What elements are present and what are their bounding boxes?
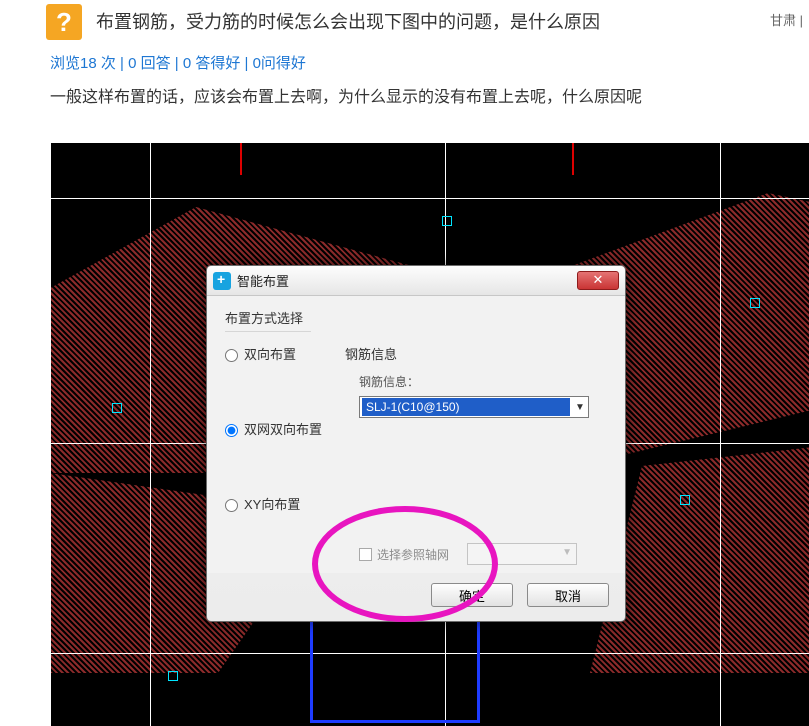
dialog-titlebar[interactable]: 智能布置 ✕ [207, 266, 625, 296]
rebar-select-value: SLJ-1(C10@150) [362, 398, 570, 416]
ok-button[interactable]: 确定 [431, 583, 513, 607]
views-link[interactable]: 浏览18 次 [50, 55, 116, 72]
close-button[interactable]: ✕ [577, 271, 619, 290]
answers-link[interactable]: 0 回答 [128, 55, 171, 72]
axis-checkbox-label: 选择参照轴网 [377, 546, 449, 563]
question-stats: 浏览18 次 | 0 回答 | 0 答得好 | 0问得好 [0, 48, 809, 73]
question-description: 一般这样布置的话，应该会布置上去啊，为什么显示的没有布置上去呢，什么原因呢 [0, 73, 809, 113]
radio-double-net[interactable]: 双网双向布置 [225, 419, 345, 438]
question-title: 布置钢筋，受力筋的时候怎么会出现下图中的问题，是什么原因 [96, 2, 600, 40]
good-answers-link[interactable]: 0 答得好 [183, 55, 241, 72]
radio-two-way[interactable]: 双向布置 [225, 344, 345, 363]
rebar-select[interactable]: SLJ-1(C10@150) ▼ [359, 396, 589, 418]
rebar-info-label: 钢筋信息： [359, 373, 607, 390]
good-question-link[interactable]: 0问得好 [253, 55, 306, 72]
smart-layout-dialog: 智能布置 ✕ 布置方式选择 双向布置 双网双向布置 XY向布置 钢筋信息 钢筋信… [206, 265, 626, 622]
dialog-app-icon [213, 272, 231, 290]
axis-select[interactable]: ▼ [467, 543, 577, 565]
chevron-down-icon: ▼ [562, 547, 572, 558]
location-label: 甘肃 | [770, 10, 803, 29]
axis-checkbox[interactable] [359, 548, 372, 561]
chevron-down-icon: ▼ [572, 402, 588, 413]
rebar-info-title: 钢筋信息 [345, 344, 607, 363]
cancel-button[interactable]: 取消 [527, 583, 609, 607]
dialog-title: 智能布置 [237, 271, 289, 290]
question-icon: ? [46, 4, 82, 40]
layout-group-label: 布置方式选择 [225, 308, 311, 332]
radio-xy[interactable]: XY向布置 [225, 494, 345, 513]
